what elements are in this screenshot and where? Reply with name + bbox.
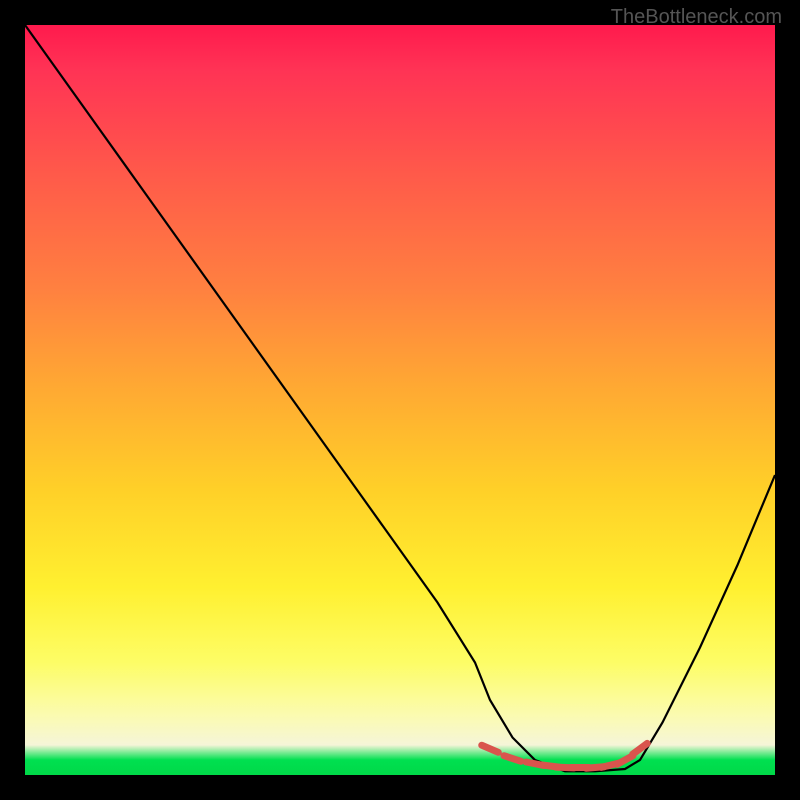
chart-plot-area — [25, 25, 775, 775]
highlight-dash — [482, 745, 499, 752]
highlight-markers — [482, 743, 648, 768]
highlight-dash — [504, 756, 521, 762]
watermark-text: TheBottleneck.com — [611, 6, 782, 29]
bottleneck-curve-line — [25, 25, 775, 771]
chart-svg — [25, 25, 775, 775]
highlight-dash — [617, 756, 633, 765]
